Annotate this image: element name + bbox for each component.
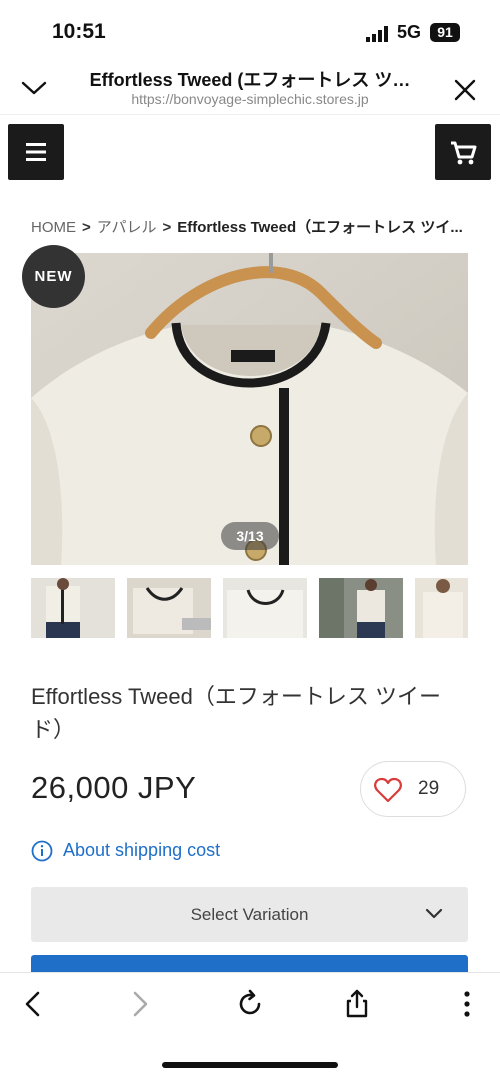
product-thumbnail[interactable] bbox=[31, 578, 115, 638]
product-main-image[interactable] bbox=[31, 253, 468, 565]
breadcrumb-home[interactable]: HOME bbox=[31, 219, 76, 236]
product-thumbnail[interactable] bbox=[319, 578, 403, 638]
menu-button[interactable] bbox=[8, 124, 64, 180]
thumbnail-image bbox=[31, 578, 115, 638]
thumbnail-image bbox=[319, 578, 403, 638]
browser-url[interactable]: https://bonvoyage-simplechic.stores.jp bbox=[74, 91, 426, 107]
new-badge: NEW bbox=[22, 245, 85, 308]
header-divider bbox=[0, 114, 500, 115]
jacket-photo bbox=[31, 253, 468, 565]
close-icon[interactable] bbox=[451, 76, 479, 104]
product-name: Effortless Tweed（エフォートレス ツイード） bbox=[31, 684, 441, 742]
forward-icon[interactable] bbox=[123, 987, 157, 1021]
image-counter: 3/13 bbox=[221, 522, 279, 550]
reload-icon[interactable] bbox=[233, 987, 267, 1021]
product-thumbnail[interactable] bbox=[223, 578, 307, 638]
chevron-down-icon[interactable] bbox=[20, 76, 48, 100]
shipping-cost-link[interactable]: About shipping cost bbox=[63, 840, 220, 861]
variation-select-label: Select Variation bbox=[190, 905, 309, 924]
thumbnail-image bbox=[223, 578, 307, 638]
chevron-down-icon bbox=[425, 908, 443, 919]
home-indicator bbox=[162, 1062, 338, 1068]
breadcrumb-separator: > bbox=[82, 219, 91, 236]
breadcrumb-current: Effortless Tweed（エフォートレス ツイ... bbox=[177, 219, 463, 236]
share-icon[interactable] bbox=[340, 987, 374, 1021]
breadcrumb: HOME > アパレル > Effortless Tweed（エフォートレス ツイ... bbox=[31, 216, 471, 237]
breadcrumb-separator: > bbox=[162, 219, 172, 236]
breadcrumb-category[interactable]: アパレル bbox=[97, 219, 157, 236]
product-price: 26,000 JPY bbox=[31, 770, 197, 805]
heart-icon[interactable] bbox=[374, 777, 402, 803]
more-icon[interactable] bbox=[450, 987, 484, 1021]
like-count: 29 bbox=[418, 778, 440, 799]
status-time: 10:51 bbox=[52, 20, 106, 43]
cart-icon bbox=[451, 141, 477, 165]
info-icon bbox=[31, 840, 53, 862]
signal-icon bbox=[366, 26, 388, 42]
thumbnail-image bbox=[415, 578, 468, 638]
network-label: 5G bbox=[397, 22, 422, 42]
hamburger-icon bbox=[26, 143, 46, 161]
thumbnail-image bbox=[127, 578, 211, 638]
cart-button[interactable] bbox=[435, 124, 491, 180]
battery-icon: 91 bbox=[430, 23, 460, 42]
product-thumbnail[interactable] bbox=[415, 578, 468, 638]
back-icon[interactable] bbox=[16, 987, 50, 1021]
product-thumbnail[interactable] bbox=[127, 578, 211, 638]
browser-page-title: Effortless Tweed (エフォートレス ツ… bbox=[89, 70, 411, 90]
